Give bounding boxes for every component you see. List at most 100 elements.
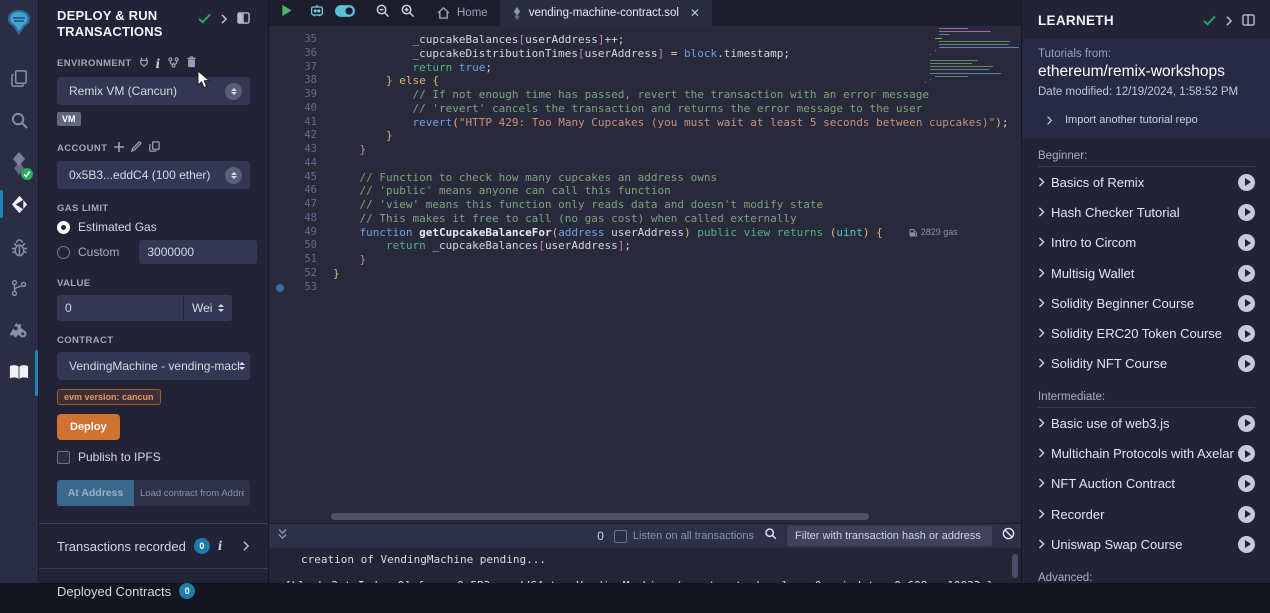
- play-tutorial-button[interactable]: [1238, 415, 1255, 432]
- learneth-expand-icon[interactable]: [1225, 13, 1233, 31]
- line-number[interactable]: 37: [269, 61, 333, 75]
- tab-vending-machine-contract[interactable]: vending-machine-contract.sol ✕: [500, 0, 712, 26]
- code-line[interactable]: 44: [269, 157, 1021, 171]
- code-line[interactable]: 39 // If not enough time has passed, rev…: [269, 88, 1021, 102]
- panel-expand-icon[interactable]: [220, 11, 228, 29]
- line-number[interactable]: 42: [269, 129, 333, 143]
- play-tutorial-button[interactable]: [1238, 475, 1255, 492]
- deploy-button[interactable]: Deploy: [57, 414, 120, 440]
- tutorial-item[interactable]: NFT Auction Contract: [1038, 469, 1255, 499]
- zoom-in-icon[interactable]: [400, 3, 415, 23]
- tutorial-item[interactable]: Solidity NFT Course: [1038, 349, 1255, 379]
- play-tutorial-button[interactable]: [1238, 204, 1255, 221]
- line-number[interactable]: 38: [269, 74, 333, 88]
- edit-icon[interactable]: [131, 141, 142, 155]
- solidity-compiler-icon[interactable]: [0, 146, 38, 182]
- tutorial-item[interactable]: Basics of Remix: [1038, 167, 1255, 197]
- account-select[interactable]: 0x5B3...eddC4 (100 ether): [57, 161, 250, 189]
- code-line[interactable]: 50 return _cupcakeBalances[userAddress];: [269, 239, 1021, 253]
- publish-ipfs-checkbox[interactable]: [57, 451, 70, 464]
- line-number[interactable]: 48: [269, 212, 333, 226]
- play-tutorial-button[interactable]: [1238, 536, 1255, 553]
- trash-icon[interactable]: [186, 56, 197, 71]
- tutorial-item[interactable]: Intro to Circom: [1038, 228, 1255, 258]
- code-line[interactable]: 36 _cupcakeDistributionTimes[userAddress…: [269, 47, 1021, 61]
- value-unit-select[interactable]: Wei: [184, 295, 232, 321]
- line-number[interactable]: 44: [269, 157, 333, 171]
- remix-logo[interactable]: [0, 6, 38, 40]
- copilot-toggle[interactable]: [335, 4, 355, 22]
- ai-copilot-icon[interactable]: [309, 3, 325, 23]
- line-number[interactable]: 46: [269, 184, 333, 198]
- line-number[interactable]: 50: [269, 239, 333, 253]
- clear-console-icon[interactable]: [1002, 527, 1015, 545]
- zoom-out-icon[interactable]: [375, 3, 390, 23]
- code-line[interactable]: 52}: [269, 267, 1021, 281]
- play-tutorial-button[interactable]: [1238, 355, 1255, 372]
- play-tutorial-button[interactable]: [1238, 265, 1255, 282]
- line-number[interactable]: 41: [269, 116, 333, 130]
- code-line[interactable]: 51 }: [269, 253, 1021, 267]
- line-number[interactable]: 39: [269, 88, 333, 102]
- deployed-contracts-row[interactable]: Deployed Contracts 0: [57, 569, 250, 613]
- file-explorer-icon[interactable]: [0, 62, 38, 94]
- panel-pin-icon[interactable]: [237, 11, 250, 29]
- listen-checkbox[interactable]: [614, 530, 627, 543]
- custom-gas-radio[interactable]: [57, 246, 70, 259]
- code-line[interactable]: 47 // 'view' means this function only re…: [269, 198, 1021, 212]
- code-line[interactable]: 35 _cupcakeBalances[userAddress]++;: [269, 33, 1021, 47]
- code-line[interactable]: 38 } else {: [269, 74, 1021, 88]
- play-tutorial-button[interactable]: [1238, 295, 1255, 312]
- line-number[interactable]: 51: [269, 253, 333, 267]
- transactions-expand-icon[interactable]: [242, 539, 250, 554]
- env-info-icon[interactable]: i: [156, 57, 161, 71]
- transactions-recorded-row[interactable]: Transactions recorded 0 i: [57, 524, 250, 568]
- tutorial-item[interactable]: Hash Checker Tutorial: [1038, 197, 1255, 227]
- code-editor[interactable]: 35 _cupcakeBalances[userAddress]++;36 _c…: [269, 26, 1021, 523]
- line-number[interactable]: 40: [269, 102, 333, 116]
- close-tab-icon[interactable]: ✕: [690, 6, 700, 20]
- environment-select[interactable]: Remix VM (Cancun): [57, 77, 250, 105]
- tutorial-item[interactable]: Basic use of web3.js: [1038, 408, 1255, 438]
- terminal-filter-input[interactable]: [787, 526, 992, 546]
- contract-select[interactable]: VendingMachine - vending-machin: [57, 352, 250, 380]
- tab-home[interactable]: Home: [425, 0, 500, 26]
- deploy-run-icon[interactable]: [0, 188, 38, 220]
- code-line[interactable]: 45 // Function to check how many cupcake…: [269, 171, 1021, 185]
- debugger-icon[interactable]: [0, 232, 38, 264]
- code-line[interactable]: 49 function getCupcakeBalanceFor(address…: [269, 226, 1021, 240]
- line-number[interactable]: 35: [269, 33, 333, 47]
- terminal-scrollbar[interactable]: [1012, 554, 1018, 578]
- terminal-output[interactable]: creation of VendingMachine pending... [b…: [269, 548, 1021, 583]
- play-tutorial-button[interactable]: [1238, 174, 1255, 191]
- import-tutorial-repo[interactable]: Import another tutorial repo: [1038, 114, 1255, 126]
- copy-icon[interactable]: [149, 141, 160, 155]
- estimated-gas-radio[interactable]: [57, 221, 70, 234]
- value-input[interactable]: [57, 295, 183, 321]
- line-number[interactable]: 45: [269, 171, 333, 185]
- fork-icon[interactable]: [168, 57, 179, 71]
- line-number[interactable]: 43: [269, 143, 333, 157]
- add-account-icon[interactable]: [114, 142, 124, 155]
- terminal-search-icon[interactable]: [764, 527, 777, 545]
- transactions-info-icon[interactable]: i: [218, 539, 223, 553]
- code-line[interactable]: 46 // 'public' means anyone can call thi…: [269, 184, 1021, 198]
- play-tutorial-button[interactable]: [1238, 445, 1255, 462]
- at-address-input[interactable]: [134, 480, 250, 506]
- search-icon[interactable]: [0, 104, 38, 136]
- code-line[interactable]: 37 return true;: [269, 61, 1021, 75]
- tutorial-item[interactable]: Multisig Wallet: [1038, 258, 1255, 288]
- line-number[interactable]: 49: [269, 226, 333, 240]
- play-tutorial-button[interactable]: [1238, 234, 1255, 251]
- at-address-button[interactable]: At Address: [57, 480, 134, 506]
- line-number[interactable]: 52: [269, 267, 333, 281]
- code-line[interactable]: 42 }: [269, 129, 1021, 143]
- tutorial-item[interactable]: Multichain Protocols with Axelar: [1038, 438, 1255, 468]
- tutorial-item[interactable]: Solidity ERC20 Token Course: [1038, 318, 1255, 348]
- custom-gas-input[interactable]: [139, 240, 257, 264]
- line-number[interactable]: 47: [269, 198, 333, 212]
- play-tutorial-button[interactable]: [1238, 325, 1255, 342]
- learneth-book-icon[interactable]: [0, 356, 38, 388]
- code-line[interactable]: 48 // This makes it free to call (no gas…: [269, 212, 1021, 226]
- tutorial-item[interactable]: Uniswap Swap Course: [1038, 529, 1255, 559]
